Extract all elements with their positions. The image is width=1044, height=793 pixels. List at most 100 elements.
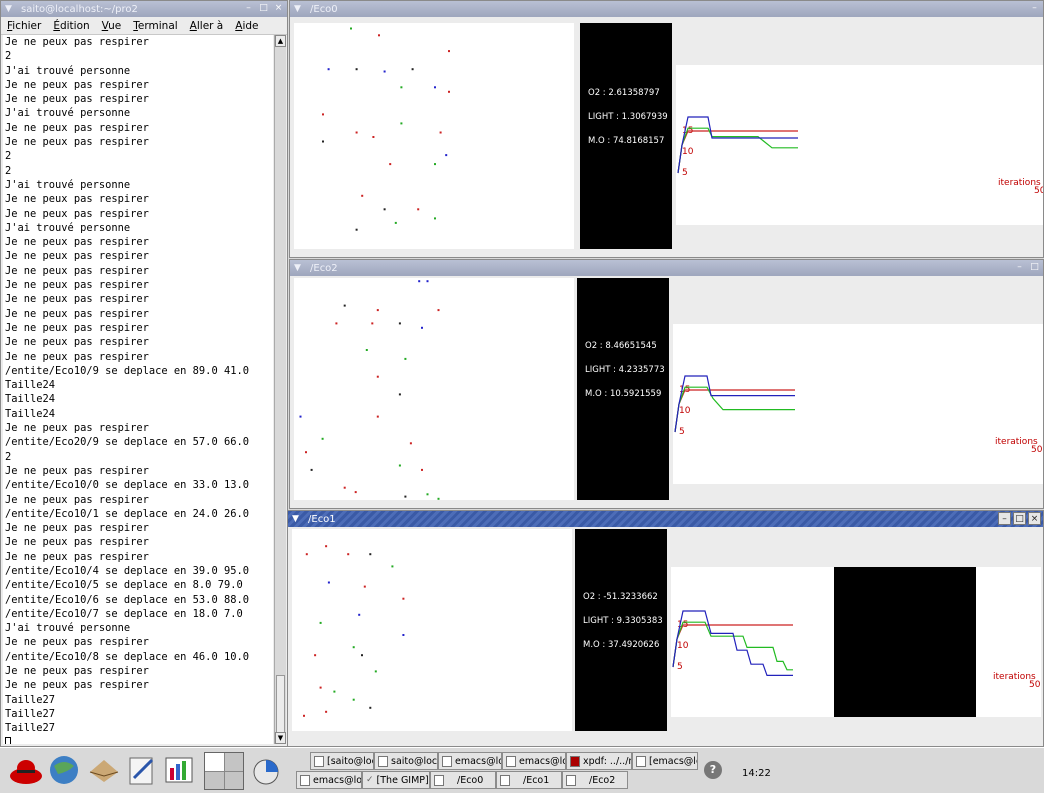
window-menu-icon[interactable]: ▼ xyxy=(292,514,304,524)
window-menu-icon[interactable]: ▼ xyxy=(294,4,306,14)
task-button[interactable]: xpdf: ../../n xyxy=(566,752,632,770)
scroll-thumb[interactable] xyxy=(276,675,285,735)
minimize-icon[interactable]: – xyxy=(998,512,1011,525)
task-button[interactable]: emacs@loc xyxy=(502,752,566,770)
organism-dot xyxy=(439,131,442,134)
workspace-switcher[interactable] xyxy=(204,752,244,790)
terminal-line: /entite/Eco10/1 se deplace en 24.0 26.0 xyxy=(5,507,249,520)
task-button[interactable]: /Eco2 xyxy=(562,771,628,789)
eco1-window[interactable]: ▼ /Eco1 – □ × O2 : -51.3233662 LIGHT : 9… xyxy=(287,510,1044,747)
terminal-line: Je ne peux pas respirer xyxy=(5,493,149,506)
writer-icon[interactable] xyxy=(124,752,160,788)
chart-app-icon[interactable] xyxy=(248,752,284,788)
organism-dot xyxy=(404,495,407,498)
task-button[interactable]: emacs@loc xyxy=(438,752,502,770)
organism-dot xyxy=(378,34,380,37)
terminal-line: Je ne peux pas respirer xyxy=(5,307,149,320)
terminal-line: Je ne peux pas respirer xyxy=(5,536,149,549)
menu-vue[interactable]: Vue xyxy=(102,20,122,32)
organism-dot xyxy=(400,122,403,125)
organism-dot xyxy=(400,86,403,89)
workspace-3[interactable] xyxy=(205,771,224,789)
eco2-mo: M.O : 10.5921559 xyxy=(585,389,662,399)
organism-dot xyxy=(305,451,307,454)
minimize-icon[interactable]: – xyxy=(1028,2,1041,15)
menu-fichier[interactable]: Fichier xyxy=(7,20,41,32)
y-tick-label: 5 xyxy=(682,168,688,178)
task-list: [saito@loca saito@local emacs@loc emacs@… xyxy=(296,752,700,790)
window-menu-icon[interactable]: ▼ xyxy=(294,263,306,273)
maximize-icon[interactable]: □ xyxy=(257,2,270,15)
organism-dot xyxy=(434,163,436,166)
organism-dot xyxy=(394,221,397,224)
task-button[interactable]: [saito@loca xyxy=(310,752,374,770)
eco2-window[interactable]: ▼ /Eco2 – □ O2 : 8.46651545 LIGHT : 4.233… xyxy=(289,259,1044,509)
eco0-graph: 15105iterations50 xyxy=(676,65,1043,225)
scroll-up-icon[interactable]: ▲ xyxy=(275,35,286,47)
close-icon[interactable]: × xyxy=(272,2,285,15)
minimize-icon[interactable]: – xyxy=(242,2,255,15)
browser-icon[interactable] xyxy=(46,752,82,788)
task-button[interactable]: /Eco1 xyxy=(496,771,562,789)
organism-dot xyxy=(350,27,352,30)
organism-dot xyxy=(402,634,405,636)
workspace-2[interactable] xyxy=(224,753,243,771)
terminal-window[interactable]: ▼ saito@localhost:~/pro2 – □ × Fichier É… xyxy=(0,0,288,747)
terminal-line: 2 xyxy=(5,50,12,63)
workspace-1[interactable] xyxy=(205,753,224,771)
terminal-titlebar[interactable]: ▼ saito@localhost:~/pro2 – □ × xyxy=(1,1,287,17)
y-tick-label: 5 xyxy=(679,427,685,437)
organism-dot xyxy=(319,621,322,624)
window-icon xyxy=(434,774,444,786)
organism-dot xyxy=(426,493,429,496)
terminal-icon xyxy=(314,755,324,767)
emacs-icon xyxy=(300,774,310,786)
task-button[interactable]: saito@local xyxy=(374,752,438,770)
maximize-icon[interactable]: □ xyxy=(1013,512,1026,525)
redhat-menu-icon[interactable] xyxy=(8,752,44,788)
help-icon[interactable]: ? xyxy=(704,761,722,779)
terminal-output[interactable]: Je ne peux pas respirer 2 J'ai trouvé pers… xyxy=(3,35,273,744)
scroll-down-icon[interactable]: ▼ xyxy=(275,732,286,744)
mail-icon[interactable] xyxy=(86,752,122,788)
menu-edition[interactable]: Édition xyxy=(53,20,89,32)
maximize-icon[interactable]: □ xyxy=(1028,261,1041,274)
organism-dot xyxy=(355,228,358,231)
terminal-line: Taille24 xyxy=(5,407,56,420)
organism-dot xyxy=(352,646,355,649)
eco2-titlebar[interactable]: ▼ /Eco2 – □ xyxy=(290,260,1043,276)
eco0-light: LIGHT : 1.3067939 xyxy=(588,112,668,122)
eco1-black-box xyxy=(834,567,976,717)
eco0-readout-panel: O2 : 2.61358797 LIGHT : 1.3067939 M.O : … xyxy=(580,23,672,249)
eco2-light: LIGHT : 4.2335773 xyxy=(585,365,665,375)
y-tick-label: 10 xyxy=(682,147,694,157)
workspace-4[interactable] xyxy=(224,771,243,789)
menu-aller-a[interactable]: Aller à xyxy=(190,20,224,32)
task-button[interactable]: [emacs@lo xyxy=(632,752,698,770)
menu-terminal[interactable]: Terminal xyxy=(133,20,177,32)
eco1-titlebar[interactable]: ▼ /Eco1 – □ × xyxy=(288,511,1043,527)
close-icon[interactable]: × xyxy=(1028,512,1041,525)
menu-aide[interactable]: Aide xyxy=(235,20,258,32)
presentation-icon[interactable] xyxy=(162,752,198,788)
task-button[interactable]: /Eco0 xyxy=(430,771,496,789)
taskbar: [saito@loca saito@local emacs@loc emacs@… xyxy=(0,747,1044,793)
task-button[interactable]: ✓ [The GIMP] xyxy=(362,771,430,789)
terminal-line: /entite/Eco10/9 se deplace en 89.0 41.0 xyxy=(5,364,249,377)
task-button[interactable]: emacs@loc xyxy=(296,771,362,789)
terminal-scrollbar[interactable]: ▲ ▼ xyxy=(274,35,286,744)
series-line-red xyxy=(674,389,795,433)
eco0-window[interactable]: ▼ /Eco0 – O2 : 2.61358797 LIGHT : 1.3067… xyxy=(289,0,1044,258)
window-menu-icon[interactable]: ▼ xyxy=(5,4,17,14)
organism-dot xyxy=(355,68,358,71)
organism-dot xyxy=(322,113,324,116)
eco0-o2: O2 : 2.61358797 xyxy=(588,88,660,98)
eco0-titlebar[interactable]: ▼ /Eco0 – xyxy=(290,1,1043,17)
terminal-line: Je ne peux pas respirer xyxy=(5,679,149,692)
terminal-line: J'ai trouvé personne xyxy=(5,178,131,191)
minimize-icon[interactable]: – xyxy=(1013,261,1026,274)
organism-dot xyxy=(358,613,361,616)
terminal-line: /entite/Eco10/4 se deplace en 39.0 95.0 xyxy=(5,564,249,577)
terminal-line: Je ne peux pas respirer xyxy=(5,321,149,334)
organism-dot xyxy=(445,154,448,157)
